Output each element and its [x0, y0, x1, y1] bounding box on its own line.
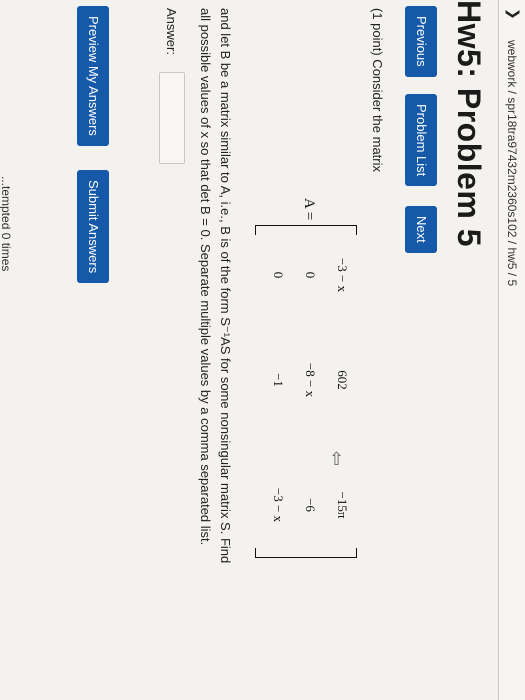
matrix-cell: −15π [335, 491, 350, 519]
problem-description-line: all possible values of x so that det B =… [198, 8, 213, 546]
matrix-cell: −3 − x [335, 257, 350, 293]
problem-description: and let B be a matrix similar to A, i.e.… [195, 8, 235, 698]
chevron-right-icon[interactable]: ❯ [505, 8, 522, 20]
breadcrumb: webwork / spr18tra97432m2360s102 / hw5 /… [505, 40, 519, 287]
webwork-page: ❯ webwork / spr18tra97432m2360s102 / hw5… [0, 0, 525, 700]
mouse-cursor-icon: ⇧ [328, 449, 345, 470]
matrix-label: A = [301, 198, 317, 221]
matrix-cell: −3 − x [271, 487, 286, 523]
matrix-left-bracket [255, 225, 357, 235]
matrix-cell: −1 [271, 373, 286, 387]
breadcrumb-bar: ❯ webwork / spr18tra97432m2360s102 / hw5… [498, 0, 525, 700]
page-title: Hw5: Problem 5 [451, 0, 487, 248]
matrix-cell: 602 [335, 370, 350, 390]
preview-answers-button[interactable]: Preview My Answers [77, 6, 109, 146]
matrix-cell: 0 [271, 271, 286, 279]
answer-label: Answer: [164, 8, 179, 55]
next-button[interactable]: Next [405, 206, 437, 253]
problem-list-button[interactable]: Problem List [405, 94, 437, 187]
submit-answers-button[interactable]: Submit Answers [77, 170, 109, 284]
problem-description-line: and let B be a matrix similar to A, i.e.… [218, 8, 233, 564]
matrix-cell: 0 [303, 271, 318, 279]
answer-input[interactable] [159, 72, 185, 164]
matrix-right-bracket [255, 548, 357, 558]
problem-intro: (1 point) Consider the matrix [370, 8, 385, 173]
matrix-cell: −8 − x [303, 362, 318, 398]
matrix-cell: −6 [303, 498, 318, 512]
previous-button[interactable]: Previous [405, 6, 437, 77]
attempts-text: ...tempted 0 times [0, 176, 13, 272]
